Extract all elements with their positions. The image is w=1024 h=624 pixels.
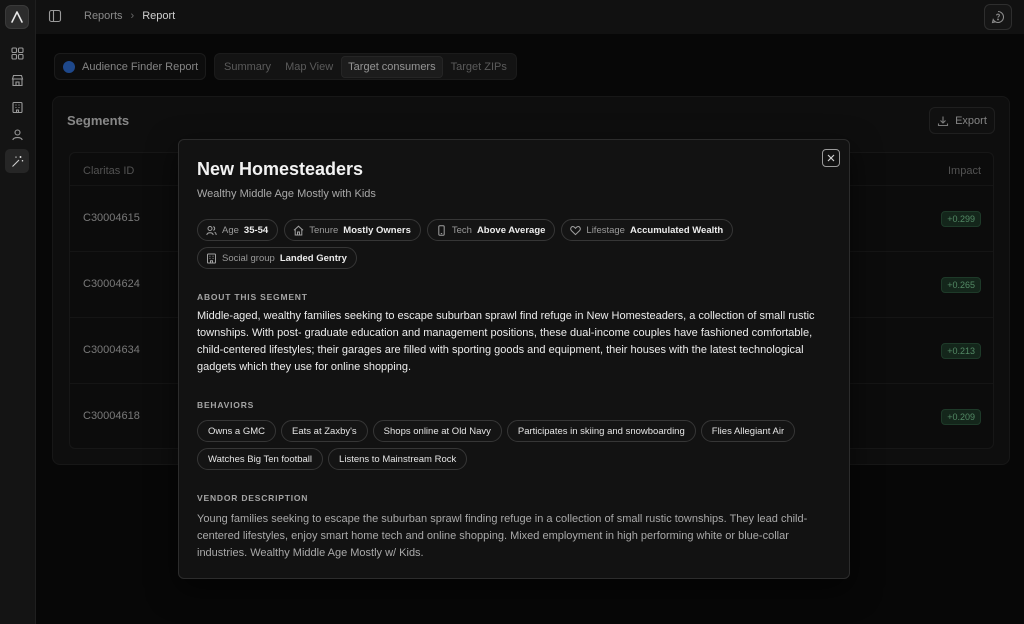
behaviors-heading: BEHAVIORS [197,400,255,410]
breadcrumb-current: Report [142,10,176,22]
help-button[interactable] [984,4,1012,30]
app-logo-icon[interactable] [5,5,29,29]
close-button[interactable] [822,149,840,167]
breadcrumb: Reports › Report [84,10,175,22]
behavior-chip: Watches Big Ten football [197,448,324,470]
breadcrumb-reports[interactable]: Reports [84,10,123,22]
chevron-right-icon: › [130,10,135,22]
attribute-tech: Tech Above Average [426,219,556,241]
behavior-chip: Owns a GMC [197,420,277,442]
help-chat-icon [991,10,1005,24]
dashboard-grid-icon[interactable] [5,41,29,65]
sidebar-toggle-icon[interactable] [48,9,62,23]
user-icon[interactable] [5,122,29,146]
behaviors-list: Owns a GMC Eats at Zaxby's Shops online … [197,420,837,470]
behavior-chip: Listens to Mainstream Rock [328,448,468,470]
left-rail [0,0,36,624]
heart-icon [570,225,582,235]
attribute-lifestage: Lifestage Accumulated Wealth [561,219,734,241]
behavior-chip: Shops online at Old Navy [372,420,502,442]
home-icon [293,225,304,235]
behavior-chip: Flies Allegiant Air [700,420,796,442]
segment-attributes: Age 35-54 Tenure Mostly Owners Tech Abov… [197,219,837,269]
vendor-description: Young families seeking to escape the sub… [197,513,808,559]
attribute-social-group: Social group Landed Gentry [197,247,357,269]
building-icon [207,253,216,263]
close-icon [827,154,835,162]
attribute-tenure: Tenure Mostly Owners [284,219,421,241]
phone-icon [438,224,445,236]
segment-detail-modal: New Homesteaders Wealthy Middle Age Most… [178,139,850,579]
segment-subtitle: Wealthy Middle Age Mostly with Kids [197,188,376,200]
vendor-heading: VENDOR DESCRIPTION [197,493,309,503]
attribute-age: Age 35-54 [197,219,279,241]
building-icon[interactable] [5,95,29,119]
about-heading: ABOUT THIS SEGMENT [197,292,308,302]
magic-wand-icon[interactable] [5,149,29,173]
segment-title: New Homesteaders [197,159,364,179]
behavior-chip: Participates in skiing and snowboarding [506,420,696,442]
behavior-chip: Eats at Zaxby's [281,420,368,442]
top-bar: Reports › Report [36,0,1024,34]
about-text: Middle-aged, wealthy families seeking to… [197,310,815,373]
people-icon [206,225,217,235]
store-icon[interactable] [5,68,29,92]
